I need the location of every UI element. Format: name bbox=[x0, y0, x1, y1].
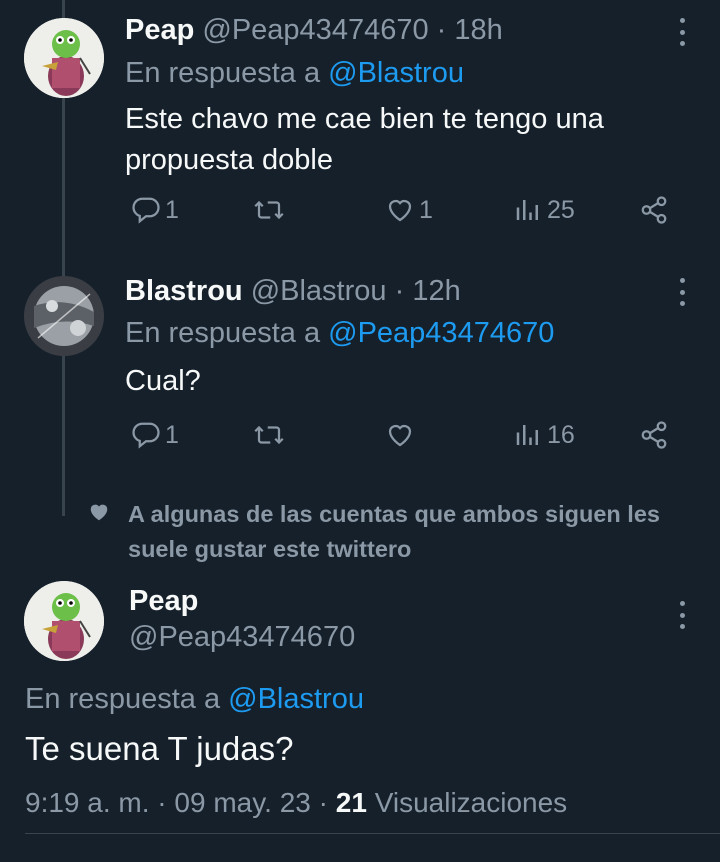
views-count: 21 bbox=[335, 787, 367, 818]
reply-prefix: En respuesta a bbox=[25, 683, 229, 715]
heart-outline-icon bbox=[388, 199, 412, 222]
social-context-text: A algunas de las cuentas que ambos sigue… bbox=[128, 501, 660, 562]
more-options-icon[interactable] bbox=[672, 274, 692, 310]
tweet-text: Este chavo me cae bien te tengo una prop… bbox=[125, 99, 604, 181]
reply-to-link[interactable]: @Blastrou bbox=[328, 57, 464, 89]
reply-context: En respuesta a @Blastrou bbox=[125, 57, 464, 90]
reply-count: 1 bbox=[165, 195, 179, 224]
analytics-icon bbox=[516, 425, 538, 445]
retweet-button[interactable] bbox=[252, 195, 286, 225]
author-handle[interactable]: @Peap43474670 bbox=[202, 14, 428, 46]
divider bbox=[25, 833, 720, 834]
separator-dot: · bbox=[394, 275, 405, 307]
heart-outline-icon bbox=[388, 424, 412, 447]
author-name[interactable]: Peap bbox=[129, 585, 198, 618]
gray-space-avatar-icon bbox=[24, 276, 104, 356]
like-button[interactable]: 1 bbox=[385, 195, 433, 225]
avatar[interactable] bbox=[24, 18, 104, 98]
reply-button[interactable]: 1 bbox=[131, 195, 179, 225]
more-options-icon[interactable] bbox=[672, 597, 692, 633]
more-options-icon[interactable] bbox=[672, 14, 692, 50]
thread-line-1 bbox=[62, 98, 65, 278]
tweet-text: Te suena T judas? bbox=[25, 730, 294, 767]
share-button[interactable] bbox=[638, 195, 670, 225]
views-count: 25 bbox=[547, 195, 575, 224]
avatar[interactable] bbox=[24, 581, 104, 661]
like-count: 1 bbox=[419, 195, 433, 224]
retweet-icon bbox=[254, 200, 284, 220]
separator-dot: · bbox=[436, 14, 447, 46]
green-character-avatar-icon bbox=[24, 581, 104, 661]
timestamp[interactable]: 12h bbox=[412, 275, 460, 307]
share-button[interactable] bbox=[638, 420, 670, 450]
reply-context: En respuesta a @Blastrou bbox=[25, 683, 364, 716]
reply-prefix: En respuesta a bbox=[125, 317, 329, 349]
share-icon bbox=[641, 421, 667, 449]
action-bar: 1 16 bbox=[0, 420, 720, 460]
tweet-text: Cual? bbox=[125, 361, 201, 402]
author-handle[interactable]: @Peap43474670 bbox=[129, 621, 355, 654]
action-bar: 1 1 25 bbox=[0, 195, 720, 235]
reply-count: 1 bbox=[165, 420, 179, 449]
green-character-avatar-icon bbox=[24, 18, 104, 98]
reply-button[interactable]: 1 bbox=[131, 420, 179, 450]
reply-to-link[interactable]: @Blastrou bbox=[228, 683, 364, 715]
tweet-time[interactable]: 9:19 a. m. bbox=[25, 787, 150, 818]
reply-context: En respuesta a @Peap43474670 bbox=[125, 317, 554, 350]
views-label: Visualizaciones bbox=[374, 787, 568, 818]
tweet-meta: 9:19 a. m. · 09 may. 23 · 21 Visualizaci… bbox=[25, 787, 567, 819]
tweet-text-line: Cual? bbox=[125, 365, 201, 397]
retweet-button[interactable] bbox=[252, 420, 286, 450]
author-handle[interactable]: @Blastrou bbox=[251, 275, 387, 307]
retweet-icon bbox=[254, 425, 284, 445]
analytics-icon bbox=[516, 200, 538, 220]
tweet-date[interactable]: 09 may. 23 bbox=[174, 787, 310, 818]
views-button[interactable]: 25 bbox=[513, 195, 575, 225]
tweet-text-line: Este chavo me cae bien te tengo una bbox=[125, 103, 604, 135]
avatar[interactable] bbox=[24, 276, 104, 356]
tweet-text-line: propuesta doble bbox=[125, 144, 333, 176]
share-icon bbox=[641, 196, 667, 224]
separator-dot: · bbox=[157, 787, 167, 818]
timestamp[interactable]: 18h bbox=[454, 14, 502, 46]
views-count: 16 bbox=[547, 420, 575, 449]
thread-line-top bbox=[62, 0, 65, 18]
reply-prefix: En respuesta a bbox=[125, 57, 329, 89]
views-button[interactable]: 16 bbox=[513, 420, 575, 450]
like-button[interactable] bbox=[385, 420, 415, 450]
reply-icon bbox=[132, 197, 160, 224]
author-name[interactable]: Blastrou bbox=[125, 275, 243, 307]
reply-icon bbox=[132, 422, 160, 449]
separator-dot: · bbox=[318, 787, 328, 818]
author-name[interactable]: Peap bbox=[125, 14, 194, 46]
heart-filled-icon bbox=[90, 504, 108, 521]
reply-to-link[interactable]: @Peap43474670 bbox=[328, 317, 554, 349]
